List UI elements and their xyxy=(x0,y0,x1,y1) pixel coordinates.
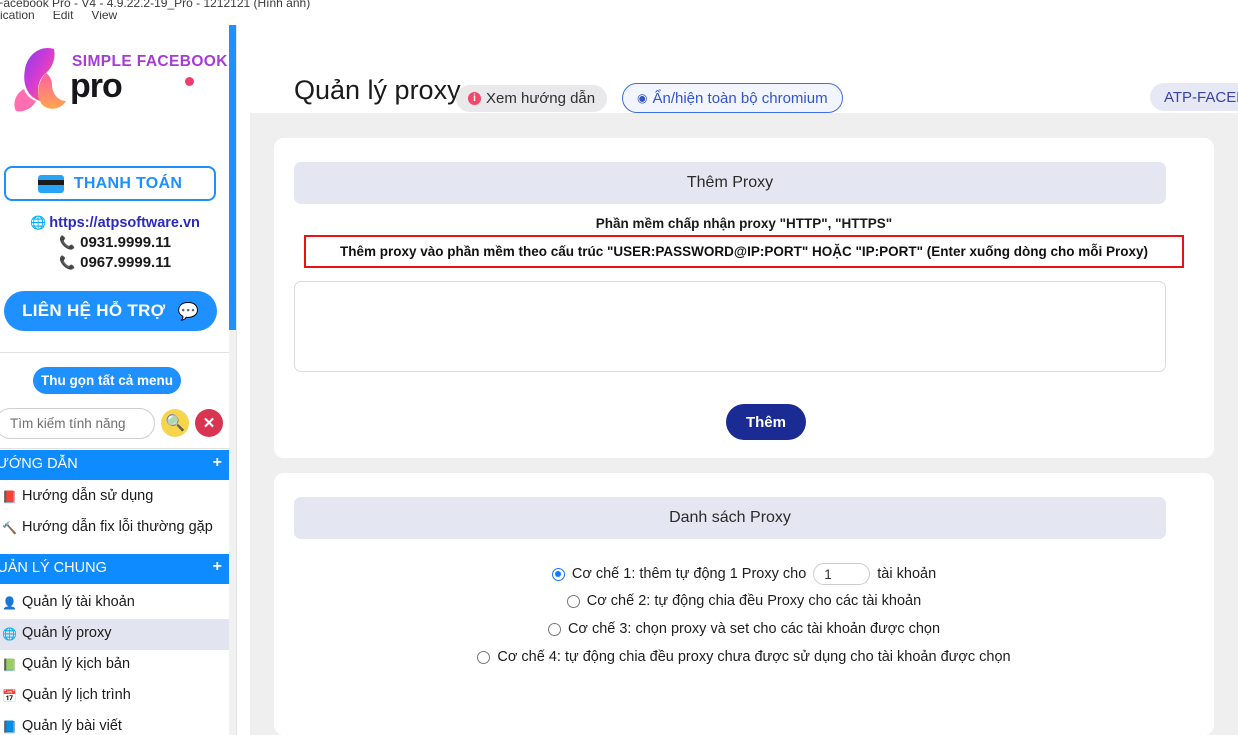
window-title: Simple Facebook Pro - V4 - 4.9.22.2-19_P… xyxy=(0,0,311,10)
toggle-chromium-label: Ẩn/hiện toàn bộ chromium xyxy=(652,89,828,107)
sidebar: SIMPLE FACEBOOK pro THANH TOÁN 🌐 https://… xyxy=(0,25,237,735)
view-guide-label: Xem hướng dẫn xyxy=(486,90,596,107)
sidebar-scrollbar-track[interactable] xyxy=(229,25,236,735)
menu-bar: Application Edit View xyxy=(0,11,1238,25)
payment-button[interactable]: THANH TOÁN xyxy=(4,166,216,201)
menu-item-application[interactable]: Application xyxy=(0,11,35,22)
proxy-option-3[interactable]: Cơ chế 3: chọn proxy và set cho các tài … xyxy=(274,621,1214,637)
sidebar-item-label: Quản lý kịch bản xyxy=(22,656,131,672)
proxy-option-4[interactable]: Cơ chế 4: tự động chia đều proxy chưa đư… xyxy=(274,649,1214,665)
proxy-input-textarea[interactable] xyxy=(294,281,1166,372)
sidebar-divider xyxy=(0,352,230,353)
sidebar-group-label: QUẢN LÝ CHUNG xyxy=(0,560,107,576)
proxy-option-1-suffix: tài khoản xyxy=(877,566,937,582)
proxy-list-panel-title: Danh sách Proxy xyxy=(294,497,1166,539)
wrench-icon: 🔨 xyxy=(2,521,17,535)
close-icon[interactable]: ✕ xyxy=(195,409,223,437)
search-icon[interactable]: 🔍 xyxy=(161,409,189,437)
sidebar-item-huong-dan-fix-loi[interactable]: 🔨 Hướng dẫn fix lỗi thường gặp xyxy=(0,513,230,544)
support-button-label: LIÊN HỆ HỖ TRỢ xyxy=(22,301,166,320)
add-proxy-panel: Thêm Proxy Phần mềm chấp nhận proxy "HTT… xyxy=(274,138,1214,458)
payment-button-label: THANH TOÁN xyxy=(73,174,183,192)
user-icon: 👤 xyxy=(2,596,17,610)
plus-icon[interactable]: + xyxy=(213,558,222,576)
app-logo: SIMPLE FACEBOOK pro xyxy=(0,37,230,115)
phone-number-2: 0967.9999.11 xyxy=(80,254,172,271)
proxy-option-1[interactable]: Cơ chế 1: thêm tự động 1 Proxy cho tài k… xyxy=(274,563,1214,585)
phone-row: 📞 0967.9999.11 xyxy=(0,254,230,271)
sidebar-group-label: HƯỚNG DẪN xyxy=(0,456,78,472)
application-window: Simple Facebook Pro - V4 - 4.9.22.2-19_P… xyxy=(0,0,1238,735)
sidebar-item-quan-ly-kich-ban[interactable]: 📗 Quản lý kịch bản xyxy=(0,650,230,681)
sidebar-item-label: Hướng dẫn fix lỗi thường gặp xyxy=(22,519,213,535)
sidebar-item-huong-dan-su-dung[interactable]: 📕 Hướng dẫn sử dụng xyxy=(0,482,230,513)
sidebar-item-quan-ly-proxy[interactable]: 🌐 Quản lý proxy xyxy=(0,619,230,650)
article-icon: 📘 xyxy=(2,720,17,734)
radio-option-2[interactable] xyxy=(566,594,580,608)
search-input[interactable] xyxy=(0,408,155,439)
sidebar-item-label: Hướng dẫn sử dụng xyxy=(22,488,154,504)
add-proxy-button[interactable]: Thêm xyxy=(726,404,806,440)
sidebar-search-row: 🔍 ✕ xyxy=(0,408,230,440)
proxy-list-panel: Danh sách Proxy Cơ chế 1: thêm tự động 1… xyxy=(274,473,1214,735)
account-badge-label: ATP-FACEB xyxy=(1164,88,1238,106)
sidebar-group-quan-ly-chung[interactable]: QUẢN LÝ CHUNG + xyxy=(0,554,230,584)
phone-icon: 📞 xyxy=(58,235,76,250)
add-proxy-panel-title: Thêm Proxy xyxy=(294,162,1166,204)
sidebar-item-label: Quản lý tài khoản xyxy=(22,594,135,610)
sidebar-group-huong-dan[interactable]: HƯỚNG DẪN + xyxy=(0,450,230,480)
account-count-input[interactable] xyxy=(813,563,871,585)
radio-option-3[interactable] xyxy=(547,622,561,636)
add-proxy-button-label: Thêm xyxy=(745,413,786,431)
toggle-chromium-button[interactable]: ◉ Ẩn/hiện toàn bộ chromium xyxy=(622,83,843,113)
collapse-all-menu-button[interactable]: Thu gọn tất cả menu xyxy=(33,367,181,394)
calendar-icon: 📅 xyxy=(2,689,17,703)
sidebar-item-label: Quản lý bài viết xyxy=(22,718,122,734)
plus-icon[interactable]: + xyxy=(213,454,222,472)
proxy-protocol-notice: Phần mềm chấp nhận proxy "HTTP", "HTTPS" xyxy=(595,216,893,231)
support-button[interactable]: LIÊN HỆ HỖ TRỢ 💬 xyxy=(4,291,217,331)
proxy-icon: 🌐 xyxy=(2,627,17,641)
globe-icon: ◉ xyxy=(637,91,648,105)
proxy-option-1-label: Cơ chế 1: thêm tự động 1 Proxy cho xyxy=(571,566,807,582)
proxy-option-2-label: Cơ chế 2: tự động chia đều Proxy cho các… xyxy=(586,593,922,609)
phone-icon: 📞 xyxy=(58,255,76,270)
contact-info: 🌐 https://atpsoftware.vn 📞 0931.9999.11 📞 0… xyxy=(0,215,230,271)
sidebar-item-quan-ly-tai-khoan[interactable]: 👤 Quản lý tài khoản xyxy=(0,588,230,619)
proxy-option-3-label: Cơ chế 3: chọn proxy và set cho các tài … xyxy=(567,621,941,637)
website-url: https://atpsoftware.vn xyxy=(49,215,200,231)
menu-item-view[interactable]: View xyxy=(91,11,117,22)
website-link[interactable]: 🌐 https://atpsoftware.vn xyxy=(0,215,230,231)
proxy-option-2[interactable]: Cơ chế 2: tự động chia đều Proxy cho các… xyxy=(274,593,1214,609)
book-icon: 📕 xyxy=(2,490,17,504)
collapse-all-menu-label: Thu gọn tất cả menu xyxy=(40,373,173,388)
view-guide-button[interactable]: i Xem hướng dẫn xyxy=(456,85,608,112)
sidebar-item-label: Quản lý proxy xyxy=(22,625,112,641)
proxy-format-notice: Thêm proxy vào phần mềm theo cấu trúc "U… xyxy=(304,235,1184,268)
page-title: Quản lý proxy xyxy=(294,75,461,105)
credit-card-icon xyxy=(37,174,64,193)
sidebar-item-quan-ly-bai-viet[interactable]: 📘 Quản lý bài viết xyxy=(0,712,230,735)
script-icon: 📗 xyxy=(2,658,17,672)
sidebar-item-label: Quản lý lịch trình xyxy=(22,687,131,703)
main-content: Quản lý proxy i Xem hướng dẫn ◉ Ẩn/hiện … xyxy=(238,25,1238,735)
phone-row: 📞 0931.9999.11 xyxy=(0,234,230,251)
account-badge[interactable]: ATP-FACEB xyxy=(1150,83,1238,111)
sidebar-divider xyxy=(0,448,230,449)
radio-option-1[interactable] xyxy=(551,567,565,581)
logo-text-secondary: pro xyxy=(70,67,123,105)
content-background: Thêm Proxy Phần mềm chấp nhận proxy "HTT… xyxy=(250,113,1238,735)
radio-option-4[interactable] xyxy=(477,650,491,664)
menu-item-edit[interactable]: Edit xyxy=(53,11,74,22)
fox-logo-icon xyxy=(14,47,66,112)
logo-dot-icon xyxy=(185,77,194,86)
sidebar-scrollbar-thumb[interactable] xyxy=(229,25,236,330)
globe-icon: 🌐 xyxy=(30,215,47,230)
sidebar-item-quan-ly-lich-trinh[interactable]: 📅 Quản lý lịch trình xyxy=(0,681,230,712)
phone-number-1: 0931.9999.11 xyxy=(80,234,172,251)
info-icon: i xyxy=(468,92,481,105)
proxy-option-4-label: Cơ chế 4: tự động chia đều proxy chưa đư… xyxy=(497,649,1011,665)
window-titlebar: Simple Facebook Pro - V4 - 4.9.22.2-19_P… xyxy=(0,0,1238,11)
chat-bubble-icon: 💬 xyxy=(177,301,199,321)
